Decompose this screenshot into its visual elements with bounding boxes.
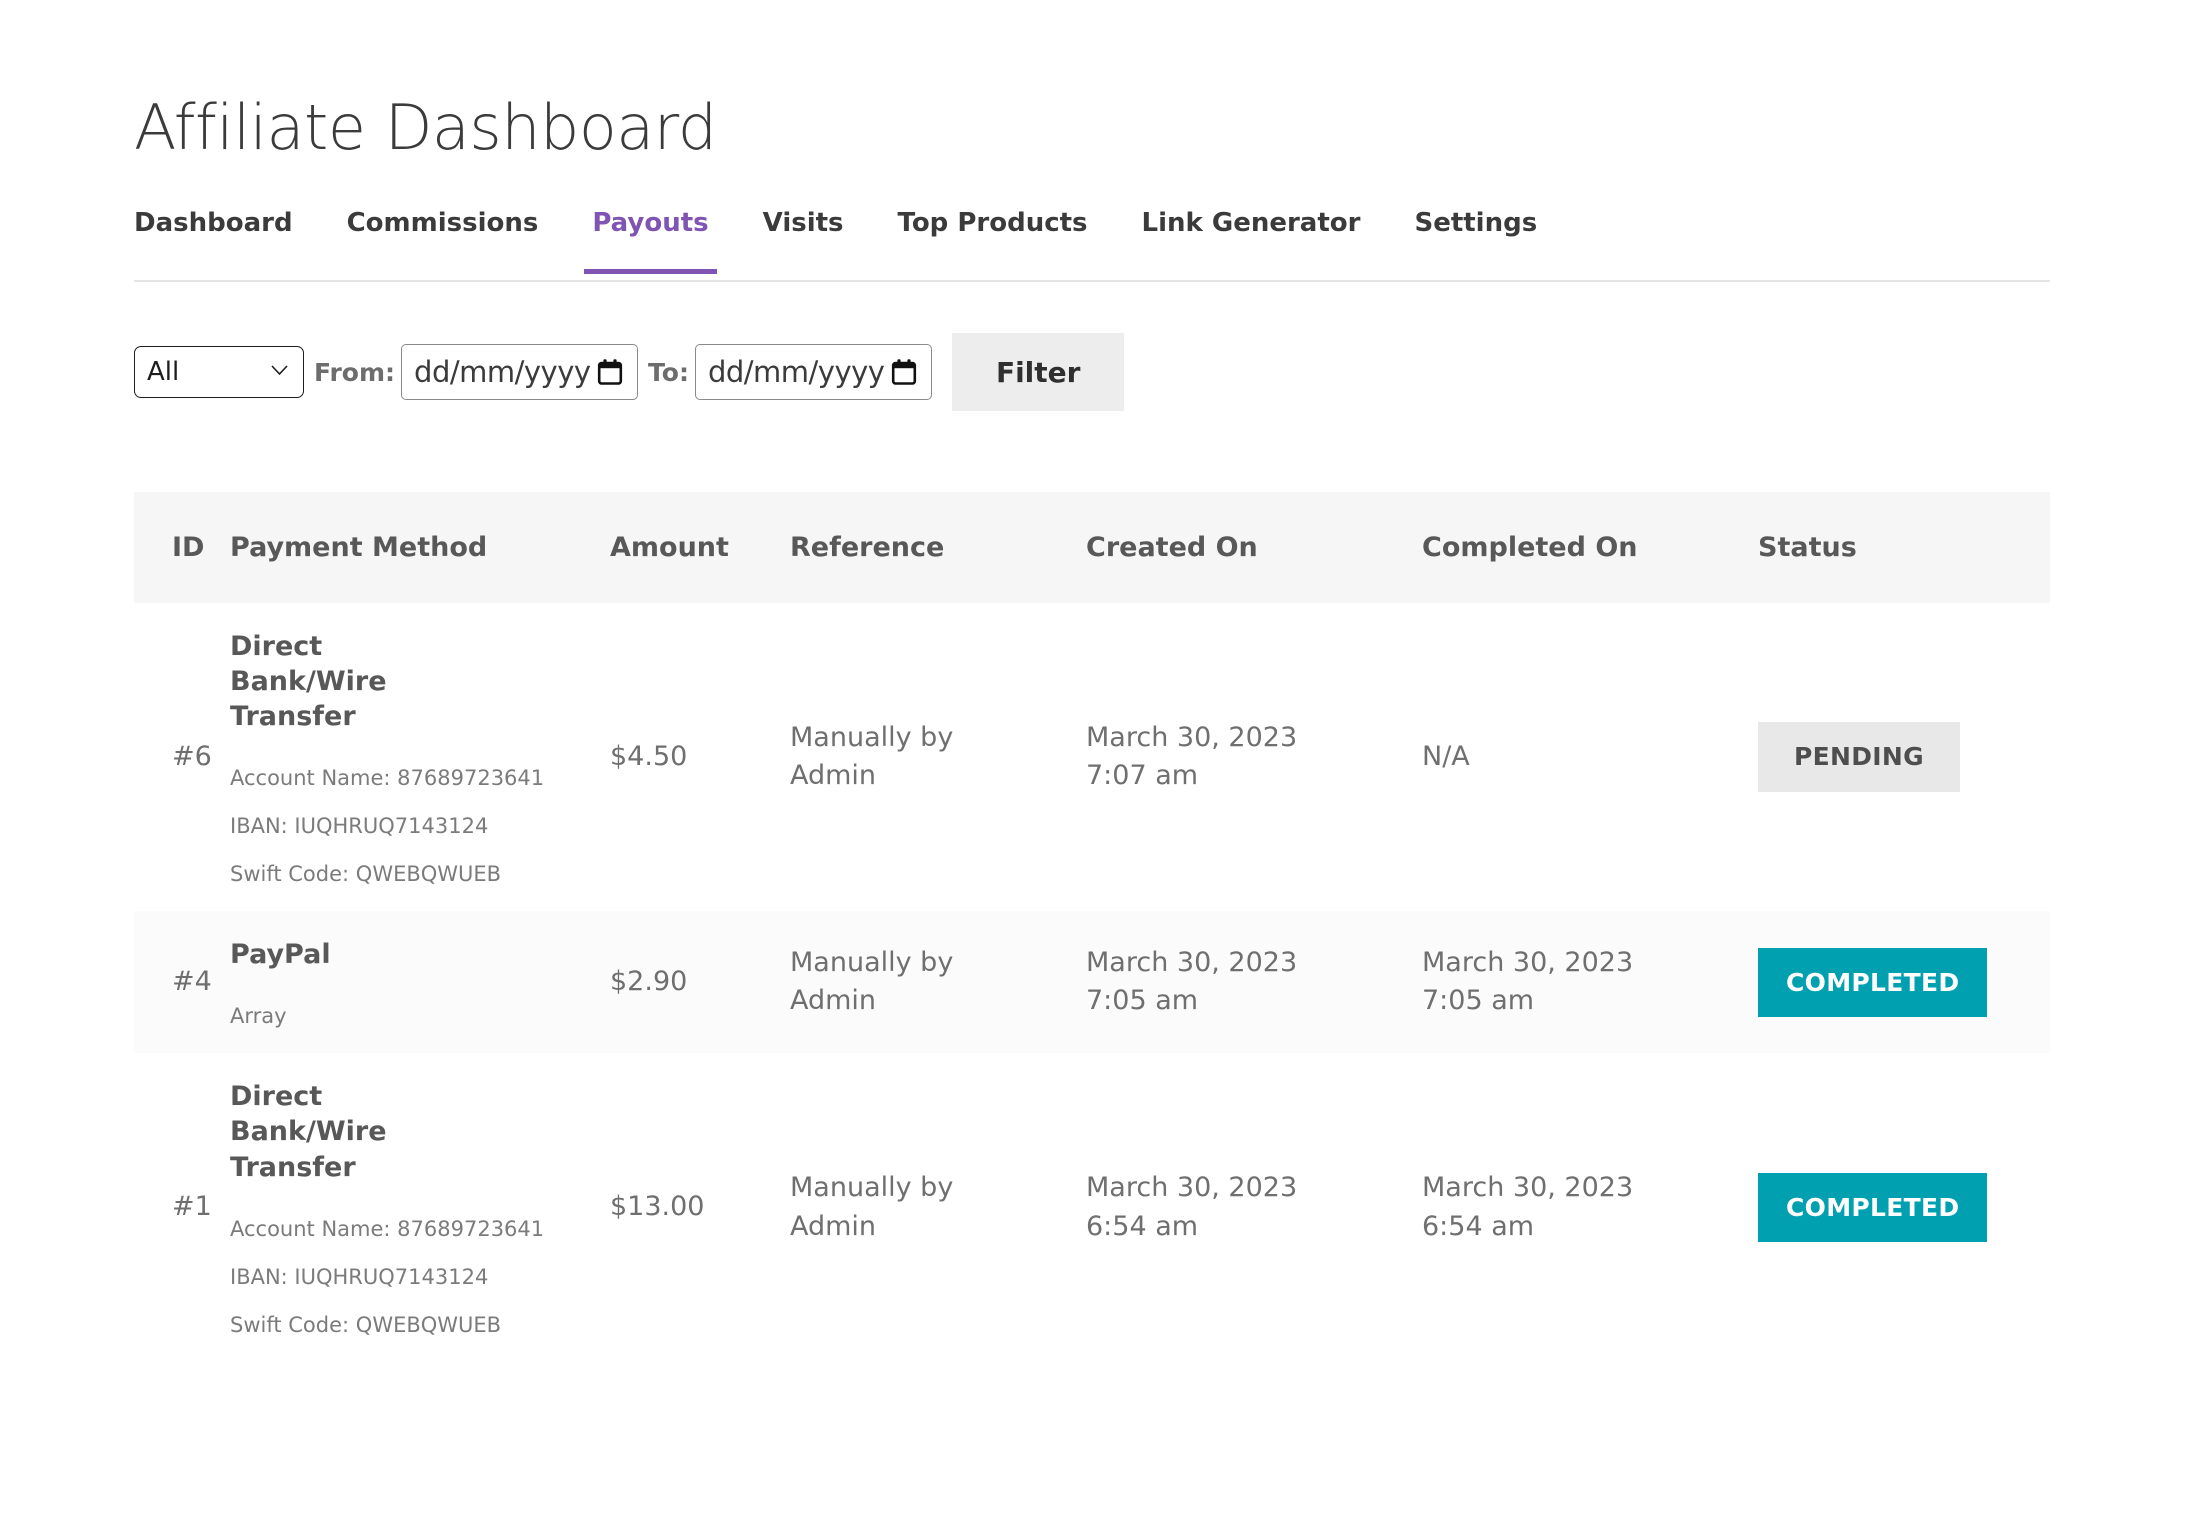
- cell-status: PENDING: [1758, 603, 2050, 911]
- tab-link-generator[interactable]: Link Generator: [1142, 200, 1361, 272]
- from-date-placeholder: dd/mm/yyyy: [414, 355, 591, 389]
- to-date-input[interactable]: dd/mm/yyyy: [694, 344, 932, 400]
- filter-bar: All From: dd/mm/yyyy To: dd/mm/yyyy Filt…: [134, 333, 1125, 411]
- payment-method-detail: IBAN: IUQHRUQ7143124: [230, 814, 489, 839]
- cell-amount: $4.50: [610, 603, 790, 911]
- cell-payment-method: Direct Bank/Wire Transfer Account Name: 8…: [230, 603, 610, 911]
- column-header: Payment Method: [230, 492, 610, 603]
- cell-created-on-text: March 30, 2023 7:07 am: [1086, 721, 1298, 792]
- payment-method-title: Direct Bank/Wire Transfer: [230, 1081, 387, 1183]
- tab-settings[interactable]: Settings: [1414, 200, 1537, 272]
- status-filter-select[interactable]: All: [134, 346, 304, 398]
- filter-button[interactable]: Filter: [951, 333, 1125, 411]
- cell-reference-text: Manually by Admin: [790, 947, 954, 1017]
- status-badge: PENDING: [1758, 722, 1960, 792]
- cell-reference-text: Manually by Admin: [790, 1172, 954, 1242]
- status-badge: COMPLETED: [1758, 947, 1988, 1018]
- cell-amount-text: $4.50: [610, 740, 688, 772]
- payment-method-detail: Account Name: 87689723641: [230, 1216, 545, 1241]
- from-date-input[interactable]: dd/mm/yyyy: [401, 344, 639, 400]
- table-row: #6 Direct Bank/Wire Transfer Account Name:…: [134, 603, 2050, 911]
- cell-created-on-text: March 30, 2023 7:05 am: [1086, 947, 1298, 1017]
- column-header: Status: [1758, 492, 2050, 603]
- to-label: To:: [648, 357, 689, 387]
- page-title: Affiliate Dashboard: [134, 90, 717, 164]
- payment-method-title: PayPal: [230, 939, 331, 971]
- column-header: Reference: [790, 492, 1086, 603]
- payment-method-detail: Swift Code: QWEBQWUEB: [230, 862, 502, 887]
- cell-created-on-text: March 30, 2023 6:54 am: [1086, 1172, 1298, 1242]
- cell-completed-on-text: N/A: [1422, 740, 1470, 772]
- payment-method-title: Direct Bank/Wire Transfer: [230, 631, 387, 733]
- calendar-icon[interactable]: [891, 358, 917, 386]
- tab-payouts[interactable]: Payouts: [584, 200, 718, 274]
- cell-completed-on: March 30, 2023 6:54 am: [1422, 1053, 1758, 1361]
- tab-dashboard[interactable]: Dashboard: [134, 200, 293, 272]
- table-row: #1 Direct Bank/Wire Transfer Account Name:…: [134, 1053, 2050, 1361]
- cell-completed-on: N/A: [1422, 603, 1758, 911]
- column-header: Created On: [1086, 492, 1422, 603]
- from-label: From:: [314, 357, 396, 387]
- column-header: Amount: [610, 492, 790, 603]
- table-header: ID Payment Method Amount Reference Created O…: [134, 492, 2050, 603]
- cell-created-on: March 30, 2023 7:05 am: [1086, 911, 1422, 1054]
- to-date-placeholder: dd/mm/yyyy: [707, 355, 885, 389]
- cell-payment-method: PayPal Array: [230, 911, 610, 1054]
- table-body: #6 Direct Bank/Wire Transfer Account Name:…: [134, 603, 2050, 1362]
- table-header-row: ID Payment Method Amount Reference Created O…: [134, 492, 2050, 603]
- calendar-icon[interactable]: [597, 358, 623, 386]
- payment-method-detail: Swift Code: QWEBQWUEB: [230, 1312, 502, 1337]
- tab-top-products[interactable]: Top Products: [898, 200, 1088, 272]
- cell-amount-text: $2.90: [610, 966, 688, 998]
- cell-reference: Manually by Admin: [790, 911, 1086, 1054]
- cell-completed-on-text: March 30, 2023 7:05 am: [1422, 947, 1634, 1017]
- status-badge: COMPLETED: [1758, 1172, 1988, 1243]
- table-row: #4 PayPal Array $2.90 Manually by Admin March…: [134, 911, 2050, 1054]
- cell-completed-on-text: March 30, 2023 6:54 am: [1422, 1172, 1634, 1242]
- cell-reference: Manually by Admin: [790, 1053, 1086, 1361]
- payment-method-detail: IBAN: IUQHRUQ7143124: [230, 1264, 489, 1289]
- status-filter-wrapper: All: [134, 346, 304, 398]
- cell-amount-text: $13.00: [610, 1191, 705, 1223]
- payment-method-detail: Array: [230, 1004, 287, 1029]
- cell-payment-method: Direct Bank/Wire Transfer Account Name: 8…: [230, 1053, 610, 1361]
- cell-status: COMPLETED: [1758, 1053, 2050, 1361]
- cell-created-on: March 30, 2023 7:07 am: [1086, 603, 1422, 911]
- cell-created-on: March 30, 2023 6:54 am: [1086, 1053, 1422, 1361]
- column-header: ID: [134, 492, 230, 603]
- tab-commissions[interactable]: Commissions: [347, 200, 539, 272]
- payouts-table: ID Payment Method Amount Reference Created O…: [134, 492, 2050, 1362]
- cell-id: #1: [172, 1191, 212, 1223]
- cell-amount: $13.00: [610, 1053, 790, 1361]
- cell-status: COMPLETED: [1758, 911, 2050, 1054]
- cell-reference-text: Manually by Admin: [790, 721, 954, 792]
- payment-method-detail: Account Name: 87689723641: [230, 766, 545, 791]
- cell-amount: $2.90: [610, 911, 790, 1054]
- cell-id: #4: [134, 911, 230, 1054]
- cell-reference: Manually by Admin: [790, 603, 1086, 911]
- affiliate-dashboard-page: Affiliate Dashboard Dashboard Commissions…: [0, 0, 2186, 1530]
- tab-visits[interactable]: Visits: [763, 200, 844, 272]
- cell-completed-on: March 30, 2023 7:05 am: [1422, 911, 1758, 1054]
- cell-id: #6: [172, 740, 212, 772]
- column-header: Completed On: [1422, 492, 1758, 603]
- tab-bar: Dashboard Commissions Payouts Visits Top Pro…: [134, 200, 2050, 282]
